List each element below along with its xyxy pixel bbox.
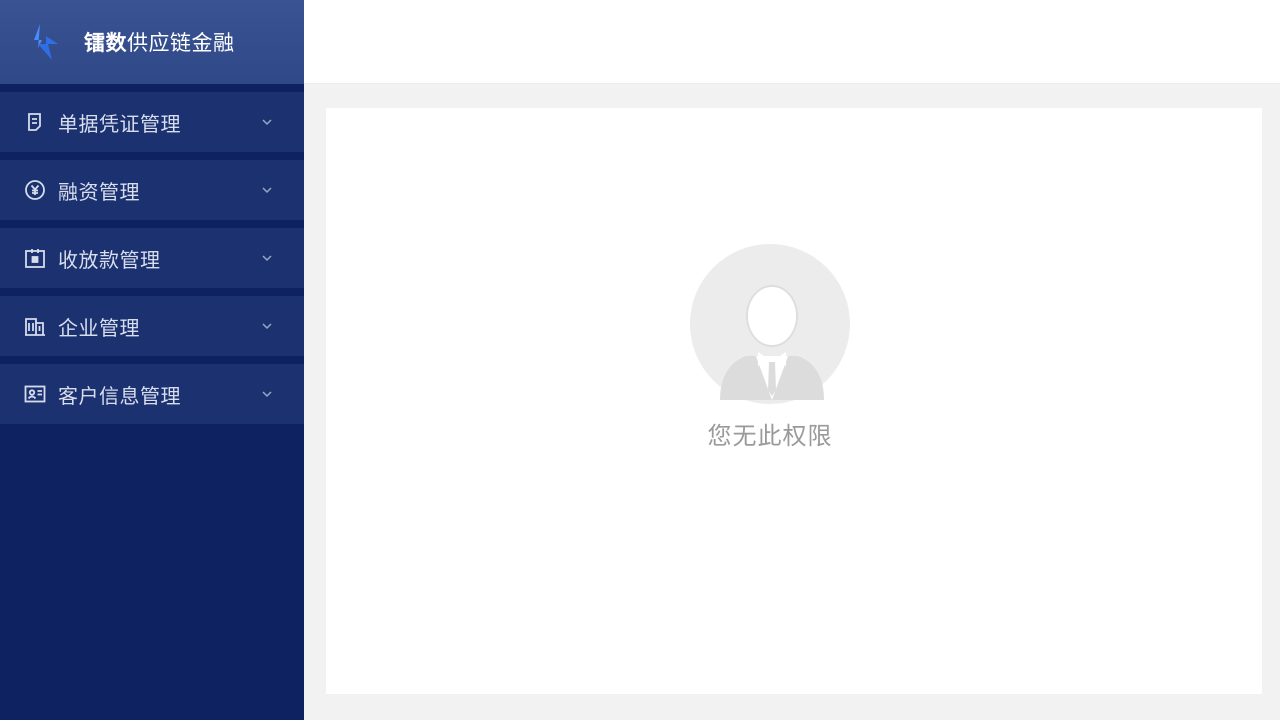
document-icon [23,110,47,134]
chevron-down-icon [262,391,272,398]
sidebar-item-enterprise[interactable]: 企业管理 [0,296,304,356]
sidebar-item-documents[interactable]: 单据凭证管理 [0,92,304,152]
chevron-down-icon [262,187,272,194]
brand[interactable]: 镭数供应链金融 [0,0,304,84]
sidebar-item-financing[interactable]: 融资管理 [0,160,304,220]
user-avatar-icon [690,244,850,404]
brand-name: 镭数供应链金融 [84,27,235,57]
top-header [304,0,1280,84]
sidebar-item-customers[interactable]: 客户信息管理 [0,364,304,424]
content-panel: 您无此权限 [326,108,1262,694]
sidebar-item-payments[interactable]: 收放款管理 [0,228,304,288]
chevron-down-icon [262,119,272,126]
brand-name-strong: 镭数 [84,31,127,55]
chevron-down-icon [262,323,272,330]
id-card-icon [23,382,47,406]
sidebar-item-label: 收放款管理 [58,247,161,272]
sidebar-item-label: 企业管理 [58,315,140,340]
wallet-icon [23,246,47,270]
building-icon [23,314,47,338]
sidebar-item-label: 客户信息管理 [58,383,181,408]
sidebar: 镭数供应链金融 单据凭证管理 融资管理 收放款管理 企业管理 客户信息管理 [0,0,304,720]
sidebar-item-label: 融资管理 [58,179,140,204]
app-root: 镭数供应链金融 单据凭证管理 融资管理 收放款管理 企业管理 客户信息管理 您无… [0,0,1280,720]
sidebar-menu: 单据凭证管理 融资管理 收放款管理 企业管理 客户信息管理 [0,92,304,424]
sidebar-item-label: 单据凭证管理 [58,111,181,136]
lightning-icon [34,24,58,60]
brand-name-rest: 供应链金融 [127,31,235,55]
yuan-coin-icon [23,178,47,202]
chevron-down-icon [262,255,272,262]
empty-state-message: 您无此权限 [707,422,833,450]
empty-state: 您无此权限 [690,244,850,451]
